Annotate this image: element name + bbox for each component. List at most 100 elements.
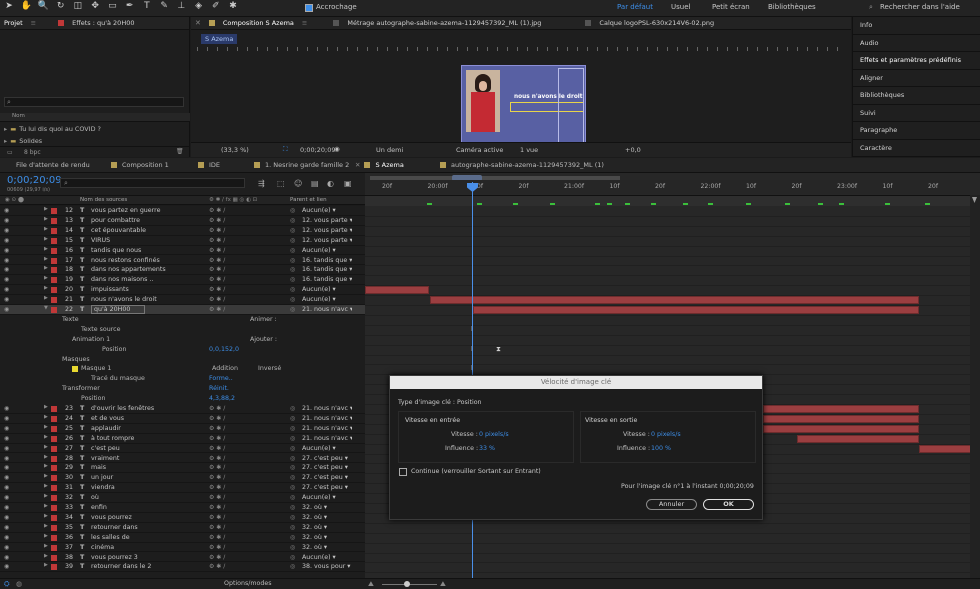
layer-row[interactable]: ◉ ▶ 23 Td'ouvrir les fenêtres ⚙ ✱ ∕ ◎ 21. nous…: [0, 404, 365, 414]
visibility-eye-icon[interactable]: ◉: [4, 435, 9, 442]
current-time[interactable]: 0;00;20;09: [7, 175, 62, 186]
timeline-scrollbar[interactable]: [970, 195, 980, 578]
layer-switches[interactable]: ⚙ ✱ ∕: [209, 217, 225, 224]
pickwhip-icon[interactable]: ◎: [290, 445, 295, 452]
layer-name[interactable]: c'est peu: [91, 445, 120, 452]
props-text[interactable]: Texte: [62, 316, 79, 323]
mask-color-swatch[interactable]: [72, 366, 78, 373]
workspace-usual[interactable]: Usuel: [671, 3, 690, 11]
layer-switches[interactable]: ⚙ ✱ ∕: [209, 405, 225, 412]
expand-triangle-icon[interactable]: ▶: [44, 404, 48, 410]
expand-triangle-icon[interactable]: ▶: [44, 562, 48, 568]
expand-triangle-icon[interactable]: ▶: [44, 493, 48, 499]
layer-switches[interactable]: ⚙ ✱ ∕: [209, 286, 225, 293]
layer-name[interactable]: tandis que nous: [91, 247, 141, 254]
layer-switches[interactable]: ⚙ ✱ ∕: [209, 534, 225, 541]
pan-behind-tool-icon[interactable]: ✥: [89, 0, 101, 12]
visibility-eye-icon[interactable]: ◉: [4, 455, 9, 462]
pickwhip-icon[interactable]: ◎: [290, 435, 295, 442]
layer-name[interactable]: applaudir: [91, 425, 121, 432]
parent-select[interactable]: 27. c'est peu ▾: [302, 455, 352, 462]
pickwhip-icon[interactable]: ◎: [290, 474, 295, 481]
pickwhip-icon[interactable]: ◎: [290, 217, 295, 224]
parent-select[interactable]: 21. nous n'avc ▾: [302, 405, 352, 412]
col-parent[interactable]: Parent et lien: [290, 197, 327, 203]
pickwhip-icon[interactable]: ◎: [290, 257, 295, 264]
layer-name[interactable]: retourner dans: [91, 524, 138, 531]
visibility-eye-icon[interactable]: ◉: [4, 266, 9, 273]
expand-triangle-icon[interactable]: ▶: [44, 513, 48, 519]
pickwhip-icon[interactable]: ◎: [290, 494, 295, 501]
fit-icon[interactable]: ⛶: [283, 145, 288, 154]
visibility-eye-icon[interactable]: ◉: [4, 296, 9, 303]
label-color-swatch[interactable]: [51, 287, 57, 294]
comp-flowchart-icon[interactable]: ⇶: [258, 179, 265, 188]
parent-select[interactable]: Aucun(e) ▾: [302, 286, 352, 293]
layer-name[interactable]: vous pourrez: [91, 514, 132, 521]
layer-row[interactable]: ◉ ▶ 39 Tretourner dans le 2 ⚙ ✱ ∕ ◎ 38. vous p…: [0, 562, 365, 573]
parent-select[interactable]: Aucun(e) ▾: [302, 445, 352, 452]
expand-triangle-icon[interactable]: ▶: [44, 473, 48, 479]
incoming-speed-value[interactable]: 0 pixels/s: [479, 431, 509, 438]
add-menu[interactable]: Ajouter :: [250, 336, 277, 343]
layer-name[interactable]: dans nos maisons ..: [91, 276, 153, 283]
expand-triangle-icon[interactable]: ▶: [44, 454, 48, 460]
pickwhip-icon[interactable]: ◎: [290, 247, 295, 254]
pickwhip-icon[interactable]: ◎: [290, 464, 295, 471]
expand-triangle-icon[interactable]: ▶: [44, 444, 48, 450]
layer-switches[interactable]: ⚙ ✱ ∕: [209, 247, 225, 254]
layer-switches[interactable]: ⚙ ✱ ∕: [209, 484, 225, 491]
parent-select[interactable]: 27. c'est peu ▾: [302, 484, 352, 491]
snapping-checkbox[interactable]: [305, 4, 313, 12]
parent-select[interactable]: 12. vous parte ▾: [302, 227, 352, 234]
label-color-swatch[interactable]: [51, 485, 57, 492]
layer-duration-bar[interactable]: [797, 434, 919, 443]
label-color-swatch[interactable]: [51, 445, 57, 452]
visibility-eye-icon[interactable]: ◉: [4, 306, 9, 313]
layer-name[interactable]: VIRUS: [91, 237, 110, 244]
exposure-offset[interactable]: +0,0: [625, 146, 641, 154]
parent-select[interactable]: 32. où ▾: [302, 544, 352, 551]
layer-switches[interactable]: ⚙ ✱ ∕: [209, 494, 225, 501]
layer-row[interactable]: ◉ ▶ 32 Toù ⚙ ✱ ∕ ◎ Aucun(e) ▾: [0, 493, 365, 503]
visibility-eye-icon[interactable]: ◉: [4, 425, 9, 432]
zoom-tool-icon[interactable]: 🔍: [37, 0, 49, 12]
layer-row[interactable]: ◉ ▶ 35 Tretourner dans ⚙ ✱ ∕ ◎ 32. où ▾: [0, 523, 365, 533]
visibility-eye-icon[interactable]: ◉: [4, 524, 9, 531]
transform-position[interactable]: Position: [81, 395, 106, 402]
pickwhip-icon[interactable]: ◎: [290, 415, 295, 422]
layer-switches[interactable]: ⚙ ✱ ∕: [209, 296, 225, 303]
transform-reset[interactable]: Réinit.: [209, 385, 229, 392]
viewer-timecode[interactable]: 0;00;20;09: [300, 146, 336, 154]
layer-name[interactable]: vous partez en guerre: [91, 207, 160, 214]
layer-duration-bar[interactable]: [919, 444, 975, 453]
layer-name[interactable]: impuissants: [91, 286, 129, 293]
draft-3d-icon[interactable]: ⬚: [277, 179, 285, 188]
zoom-out-icon[interactable]: ⛰: [368, 580, 374, 589]
camera-tool-icon[interactable]: ◫: [72, 0, 84, 12]
toggle-modes-icon[interactable]: ◍: [16, 580, 22, 588]
visibility-eye-icon[interactable]: ◉: [4, 207, 9, 214]
roto-tool-icon[interactable]: ✐: [210, 0, 222, 12]
layer-duration-bar[interactable]: [473, 306, 919, 314]
panel-paragraph[interactable]: Paragraphe: [853, 122, 980, 140]
time-ruler[interactable]: 20f 20:00f 10f 20f 21:00f 10f 20f 22:00f 10f 20f 2…: [365, 180, 970, 194]
new-folder-icon[interactable]: ▭: [7, 149, 13, 156]
label-color-swatch[interactable]: [51, 544, 57, 551]
expand-triangle-icon[interactable]: ▶: [44, 275, 48, 281]
layer-name[interactable]: cet épouvantable: [91, 227, 146, 234]
layer-name[interactable]: nous restons confinés: [91, 257, 160, 264]
layer-switches[interactable]: ⚙ ✱ ∕: [209, 207, 225, 214]
pickwhip-icon[interactable]: ◎: [290, 563, 295, 570]
trash-icon[interactable]: 🗑: [176, 148, 184, 155]
parent-select[interactable]: 16. tandis que ▾: [302, 257, 352, 264]
parent-select[interactable]: Aucun(e) ▾: [302, 554, 352, 561]
layer-name[interactable]: à tout rompre: [91, 435, 134, 442]
expand-triangle-icon[interactable]: ▶: [44, 295, 48, 301]
resolution-select[interactable]: Un demi: [376, 146, 403, 154]
label-color-swatch[interactable]: [51, 425, 57, 432]
visibility-eye-icon[interactable]: ◉: [4, 276, 9, 283]
label-color-swatch[interactable]: [51, 277, 57, 284]
expand-triangle-icon[interactable]: ▶: [44, 265, 48, 271]
layer-name[interactable]: vous pourrez 3: [91, 554, 138, 561]
